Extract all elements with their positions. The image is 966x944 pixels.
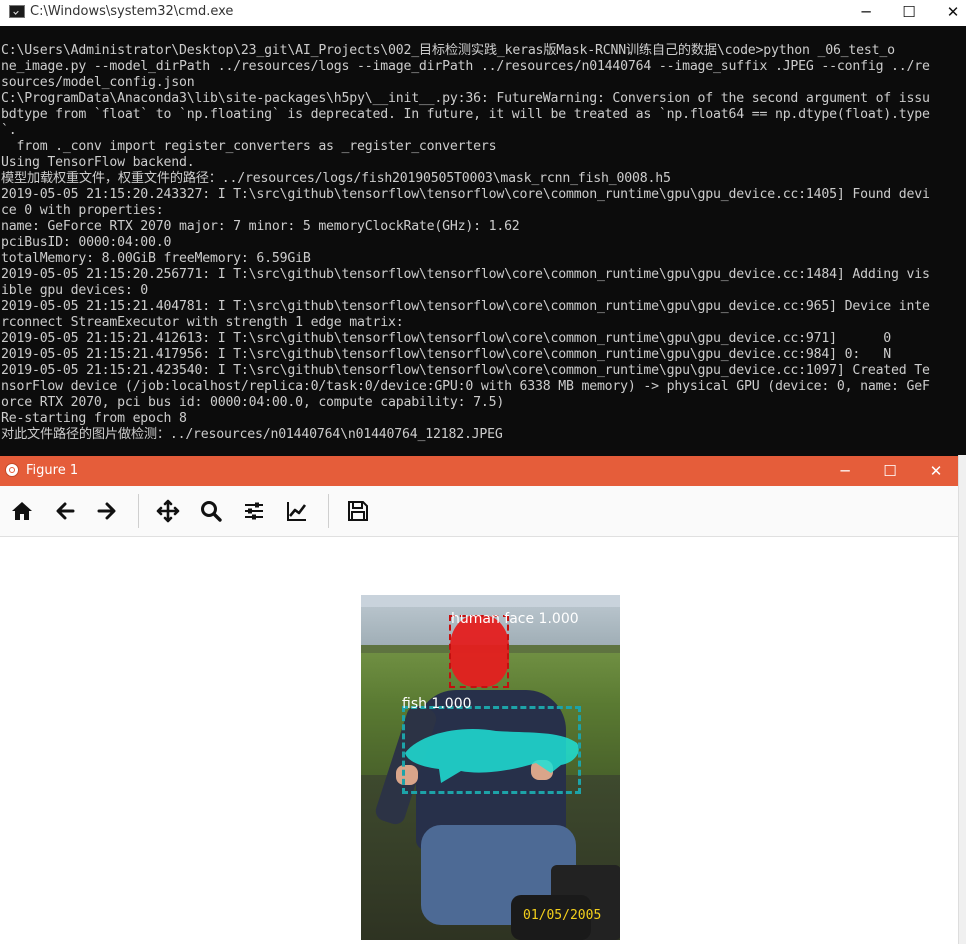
edit-axis-icon[interactable] [281,495,313,527]
back-icon[interactable] [49,495,81,527]
console-line: 对此文件路径的图片做检测：../resources/n01440764\n014… [1,427,503,442]
figure-close-button[interactable]: ✕ [913,456,959,486]
cmd-maximize-button[interactable]: ☐ [886,0,932,26]
console-line: bdtype from `float` to `np.floating` is … [1,107,930,122]
forward-icon[interactable] [91,495,123,527]
console-line: from ._conv import register_converters a… [1,139,497,154]
toolbar-separator [328,494,329,528]
figure-minimize-button[interactable]: ─ [822,456,868,486]
console-line: pciBusID: 0000:04:00.0 [1,235,172,250]
home-icon[interactable] [6,495,38,527]
matplotlib-icon [5,463,19,477]
console-line: ne_image.py --model_dirPath ../resources… [1,59,930,74]
console-line: 2019-05-05 21:15:20.243327: I T:\src\git… [1,187,930,202]
figure-toolbar [0,486,960,537]
detection-image: human face 1.000 fish 1.000 01/05/2005 [361,595,620,940]
console-line: 2019-05-05 21:15:21.417956: I T:\src\git… [1,347,892,362]
figure-maximize-button[interactable]: ☐ [867,456,913,486]
cmd-title: C:\Windows\system32\cmd.exe [30,4,234,19]
face-detection-label: human face 1.000 [451,611,579,627]
figure-title: Figure 1 [26,463,79,478]
console-line: 2019-05-05 21:15:20.256771: I T:\src\git… [1,267,930,282]
cmd-titlebar[interactable]: C:\Windows\system32\cmd.exe ─ ☐ ✕ [0,0,966,26]
console-line: `. [1,123,17,138]
figure-window: Figure 1 ─ ☐ ✕ human face 1.000 fish 1.0… [0,456,960,944]
zoom-icon[interactable] [195,495,227,527]
configure-subplots-icon[interactable] [238,495,270,527]
console-line: sources/model_config.json [1,75,195,90]
image-sky [361,595,620,607]
save-icon[interactable] [342,495,374,527]
cmd-close-button[interactable]: ✕ [930,0,966,26]
cmd-minimize-button[interactable]: ─ [843,0,889,26]
console-line: rconnect StreamExecutor with strength 1 … [1,315,404,330]
console-line: orce RTX 2070, pci bus id: 0000:04:00.0,… [1,395,505,410]
console-line: C:\Users\Administrator\Desktop\23_git\AI… [1,43,895,58]
console-line: 2019-05-05 21:15:21.423540: I T:\src\git… [1,363,930,378]
console-line: 模型加载权重文件，权重文件的路径：../resources/logs/fish2… [1,171,671,186]
terminal-icon [9,5,25,18]
console-line: totalMemory: 8.00GiB freeMemory: 6.59GiB [1,251,311,266]
figure-titlebar[interactable]: Figure 1 ─ ☐ ✕ [0,456,960,486]
cmd-window: C:\Windows\system32\cmd.exe ─ ☐ ✕ C:\Use… [0,0,966,456]
console-line: Re-starting from epoch 8 [1,411,187,426]
console-line: ce 0 with properties: [1,203,164,218]
console-line: ible gpu devices: 0 [1,283,149,298]
console-line: 2019-05-05 21:15:21.412613: I T:\src\git… [1,331,892,346]
pan-icon[interactable] [152,495,184,527]
console-line: Using TensorFlow backend. [1,155,195,170]
console-line: nsorFlow device (/job:localhost/replica:… [1,379,930,394]
console-output[interactable]: C:\Users\Administrator\Desktop\23_git\AI… [1,43,963,453]
toolbar-separator [138,494,139,528]
scrollbar-edge[interactable] [958,455,966,944]
console-line: name: GeForce RTX 2070 major: 7 minor: 5… [1,219,520,234]
figure-canvas[interactable]: human face 1.000 fish 1.000 01/05/2005 [0,537,960,944]
console-line: C:\ProgramData\Anaconda3\lib\site-packag… [1,91,930,106]
fish-detection-label: fish 1.000 [402,696,472,712]
console-line: 2019-05-05 21:15:21.404781: I T:\src\git… [1,299,930,314]
photo-date-stamp: 01/05/2005 [523,908,602,923]
fish-bounding-box [402,706,581,794]
